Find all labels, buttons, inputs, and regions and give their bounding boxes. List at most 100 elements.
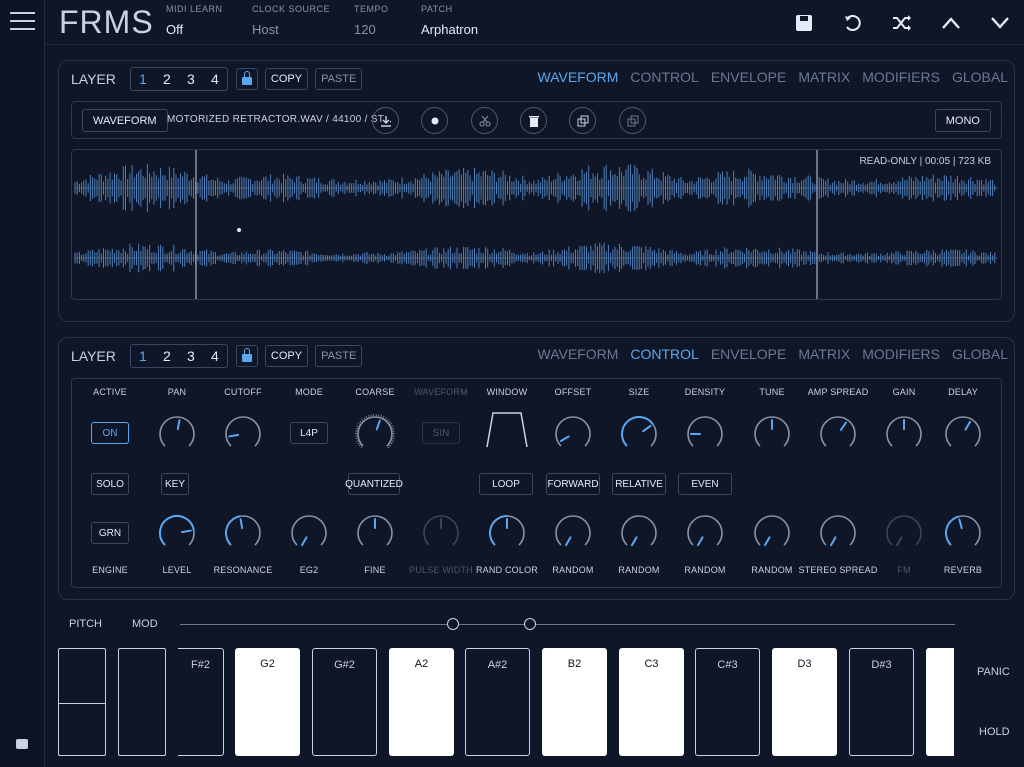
tab-control[interactable]: CONTROL (630, 69, 698, 85)
resonance-knob[interactable] (223, 513, 263, 553)
key-cs3[interactable]: C#3 (695, 648, 760, 756)
key-a2[interactable]: A2 (389, 648, 454, 756)
tune-knob[interactable] (752, 414, 792, 454)
key-button[interactable]: KEY (161, 473, 189, 495)
solo-button[interactable]: SOLO (91, 473, 129, 495)
layer-4-button[interactable]: 4 (203, 345, 227, 367)
hold-button[interactable]: HOLD (979, 726, 1010, 738)
key-c3[interactable]: C3 (619, 648, 684, 756)
key-gs2[interactable]: G#2 (312, 648, 377, 756)
quantized-button[interactable]: QUANTIZED (345, 473, 403, 495)
record-icon[interactable] (421, 107, 448, 134)
tab-modifiers[interactable]: MODIFIERS (862, 69, 940, 85)
density-knob[interactable] (685, 414, 725, 454)
tab-envelope[interactable]: ENVELOPE (711, 346, 786, 362)
layer-1-button[interactable]: 1 (131, 68, 155, 90)
layer-2-button[interactable]: 2 (155, 68, 179, 90)
cutoff-knob[interactable] (223, 414, 263, 454)
mod-wheel[interactable] (118, 648, 166, 756)
tab-global[interactable]: GLOBAL (952, 69, 1008, 85)
stereo-spread-knob[interactable] (818, 513, 858, 553)
key-fs2[interactable]: F#2 (178, 648, 224, 756)
delay-knob[interactable] (943, 414, 983, 454)
layer-1-button[interactable]: 1 (131, 345, 155, 367)
range-handle-high[interactable] (524, 618, 536, 630)
pulse-width-knob[interactable] (421, 513, 461, 553)
download-icon[interactable] (372, 107, 399, 134)
tab-modifiers[interactable]: MODIFIERS (862, 346, 940, 362)
reverb-knob[interactable] (943, 513, 983, 553)
pan-knob[interactable] (157, 414, 197, 454)
mono-button[interactable]: MONO (934, 109, 991, 132)
size-knob[interactable] (619, 414, 659, 454)
key-ds3[interactable]: D#3 (849, 648, 914, 756)
waveform-display[interactable]: READ-ONLY | 00:05 | 723 KB (71, 149, 1002, 300)
fine-knob[interactable] (355, 513, 395, 553)
tab-matrix[interactable]: MATRIX (798, 69, 850, 85)
key-b2[interactable]: B2 (542, 648, 607, 756)
menu-icon[interactable] (10, 12, 35, 32)
layer-2-button[interactable]: 2 (155, 345, 179, 367)
window-shape-icon[interactable] (485, 409, 530, 449)
key-d3[interactable]: D3 (772, 648, 837, 756)
clock-source[interactable]: CLOCK SOURCE Host (252, 4, 330, 37)
lock-icon[interactable] (235, 345, 258, 367)
waveform-graph[interactable] (72, 150, 1001, 299)
pitch-wheel[interactable] (58, 648, 106, 756)
rand-color-knob[interactable] (487, 513, 527, 553)
tab-control[interactable]: CONTROL (630, 346, 698, 362)
paste-button[interactable]: PASTE (315, 68, 363, 90)
chevron-up-icon[interactable] (926, 0, 975, 45)
shuffle-icon[interactable] (877, 0, 926, 45)
link-icon[interactable] (619, 107, 646, 134)
midi-learn[interactable]: MIDI LEARN Off (166, 4, 223, 37)
level-knob[interactable] (157, 513, 197, 553)
layer-4-button[interactable]: 4 (203, 68, 227, 90)
keyboard-range-slider[interactable] (180, 624, 955, 625)
tab-waveform[interactable]: WAVEFORM (538, 69, 619, 85)
waveform-shape-button[interactable]: SIN (422, 422, 460, 444)
save-icon[interactable] (779, 0, 828, 45)
lock-icon[interactable] (235, 68, 258, 90)
loop-button[interactable]: LOOP (479, 473, 533, 495)
random-knob-1[interactable] (553, 513, 593, 553)
coarse-knob[interactable] (355, 414, 395, 454)
copy-button[interactable]: COPY (264, 345, 309, 367)
keyboard-toggle-icon[interactable] (16, 739, 28, 749)
paste-button[interactable]: PASTE (315, 345, 363, 367)
key-g2[interactable]: G2 (235, 648, 300, 756)
key-partial[interactable] (926, 648, 954, 756)
random-knob-2[interactable] (619, 513, 659, 553)
mode-button[interactable]: L4P (290, 422, 328, 444)
active-toggle[interactable]: ON (91, 422, 129, 444)
range-handle-low[interactable] (447, 618, 459, 630)
offset-knob[interactable] (553, 414, 593, 454)
layer-3-button[interactable]: 3 (179, 345, 203, 367)
panic-button[interactable]: PANIC (977, 666, 1010, 678)
tab-matrix[interactable]: MATRIX (798, 346, 850, 362)
duplicate-icon[interactable] (569, 107, 596, 134)
gain-knob[interactable] (884, 414, 924, 454)
waveform-select-button[interactable]: WAVEFORM (82, 109, 168, 132)
forward-button[interactable]: FORWARD (546, 473, 600, 495)
random-knob-4[interactable] (752, 513, 792, 553)
tab-envelope[interactable]: ENVELOPE (711, 69, 786, 85)
amp-spread-knob[interactable] (818, 414, 858, 454)
random-knob-3[interactable] (685, 513, 725, 553)
chevron-down-icon[interactable] (975, 0, 1024, 45)
relative-button[interactable]: RELATIVE (612, 473, 666, 495)
scissors-icon[interactable] (471, 107, 498, 134)
tempo[interactable]: TEMPO 120 (354, 4, 389, 37)
layer-3-button[interactable]: 3 (179, 68, 203, 90)
even-button[interactable]: EVEN (678, 473, 732, 495)
key-as2[interactable]: A#2 (465, 648, 530, 756)
trash-icon[interactable] (520, 107, 547, 134)
tab-global[interactable]: GLOBAL (952, 346, 1008, 362)
fm-knob[interactable] (884, 513, 924, 553)
undo-icon[interactable] (828, 0, 877, 45)
copy-button[interactable]: COPY (264, 68, 309, 90)
tab-waveform[interactable]: WAVEFORM (538, 346, 619, 362)
eg2-knob[interactable] (289, 513, 329, 553)
engine-button[interactable]: GRN (91, 522, 129, 544)
patch[interactable]: PATCH Arphatron (421, 4, 478, 37)
